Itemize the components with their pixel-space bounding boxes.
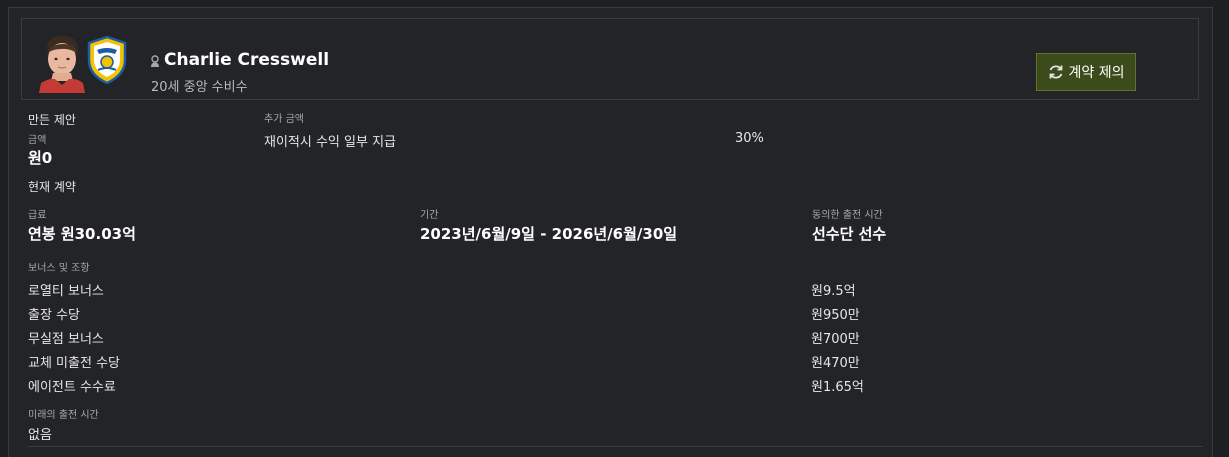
playing-time-label: 동의한 출전 시간	[812, 210, 883, 221]
refresh-icon	[1049, 65, 1062, 79]
contract-panel: Charlie Cresswell 20세 중앙 수비수 계약 제의 만든 제안…	[8, 7, 1213, 457]
future-playing-time-value: 없음	[28, 428, 52, 443]
bonus-name: 에이전트 수수료	[28, 380, 116, 395]
period-label: 기간	[420, 210, 439, 221]
offer-contract-label: 계약 제의	[1068, 65, 1125, 81]
amount-value: 원0	[28, 149, 53, 167]
bonus-value: 원9.5억	[811, 284, 856, 299]
bonus-value: 원950만	[811, 308, 860, 323]
bonus-name: 교체 미출전 수당	[28, 356, 120, 371]
player-header: Charlie Cresswell 20세 중앙 수비수 계약 제의	[21, 18, 1199, 100]
club-crest-icon	[87, 36, 127, 84]
divider	[28, 446, 1203, 447]
amount-label: 금액	[28, 135, 47, 146]
period-value: 2023년/6월/9일 - 2026년/6월/30일	[420, 225, 678, 243]
playing-time-value: 선수단 선수	[812, 225, 887, 243]
sell-on-clause-value: 30%	[735, 131, 764, 146]
person-icon	[151, 55, 159, 67]
wage-label: 급료	[28, 210, 47, 221]
current-contract-title: 현재 계약	[28, 180, 76, 194]
extra-amount-label: 추가 금액	[264, 114, 304, 125]
offer-contract-button[interactable]: 계약 제의	[1036, 53, 1136, 91]
player-face-image	[39, 33, 85, 93]
wage-value: 연봉 원30.03억	[28, 225, 136, 243]
bonus-name: 무실점 보너스	[28, 332, 104, 347]
bonuses-label: 보너스 및 조항	[28, 263, 90, 274]
bonus-value: 원700만	[811, 332, 860, 347]
bonus-name: 출장 수당	[28, 308, 80, 323]
offer-section-title: 만든 제안	[28, 113, 76, 127]
player-age-position: 20세 중앙 수비수	[151, 80, 248, 95]
sell-on-clause-label: 재이적시 수익 일부 지급	[264, 135, 396, 150]
bonus-name: 로열티 보너스	[28, 284, 104, 299]
player-name[interactable]: Charlie Cresswell	[164, 50, 329, 70]
bonus-value: 원470만	[811, 356, 860, 371]
bonus-value: 원1.65억	[811, 380, 864, 395]
future-playing-time-label: 미래의 출전 시간	[28, 410, 99, 421]
